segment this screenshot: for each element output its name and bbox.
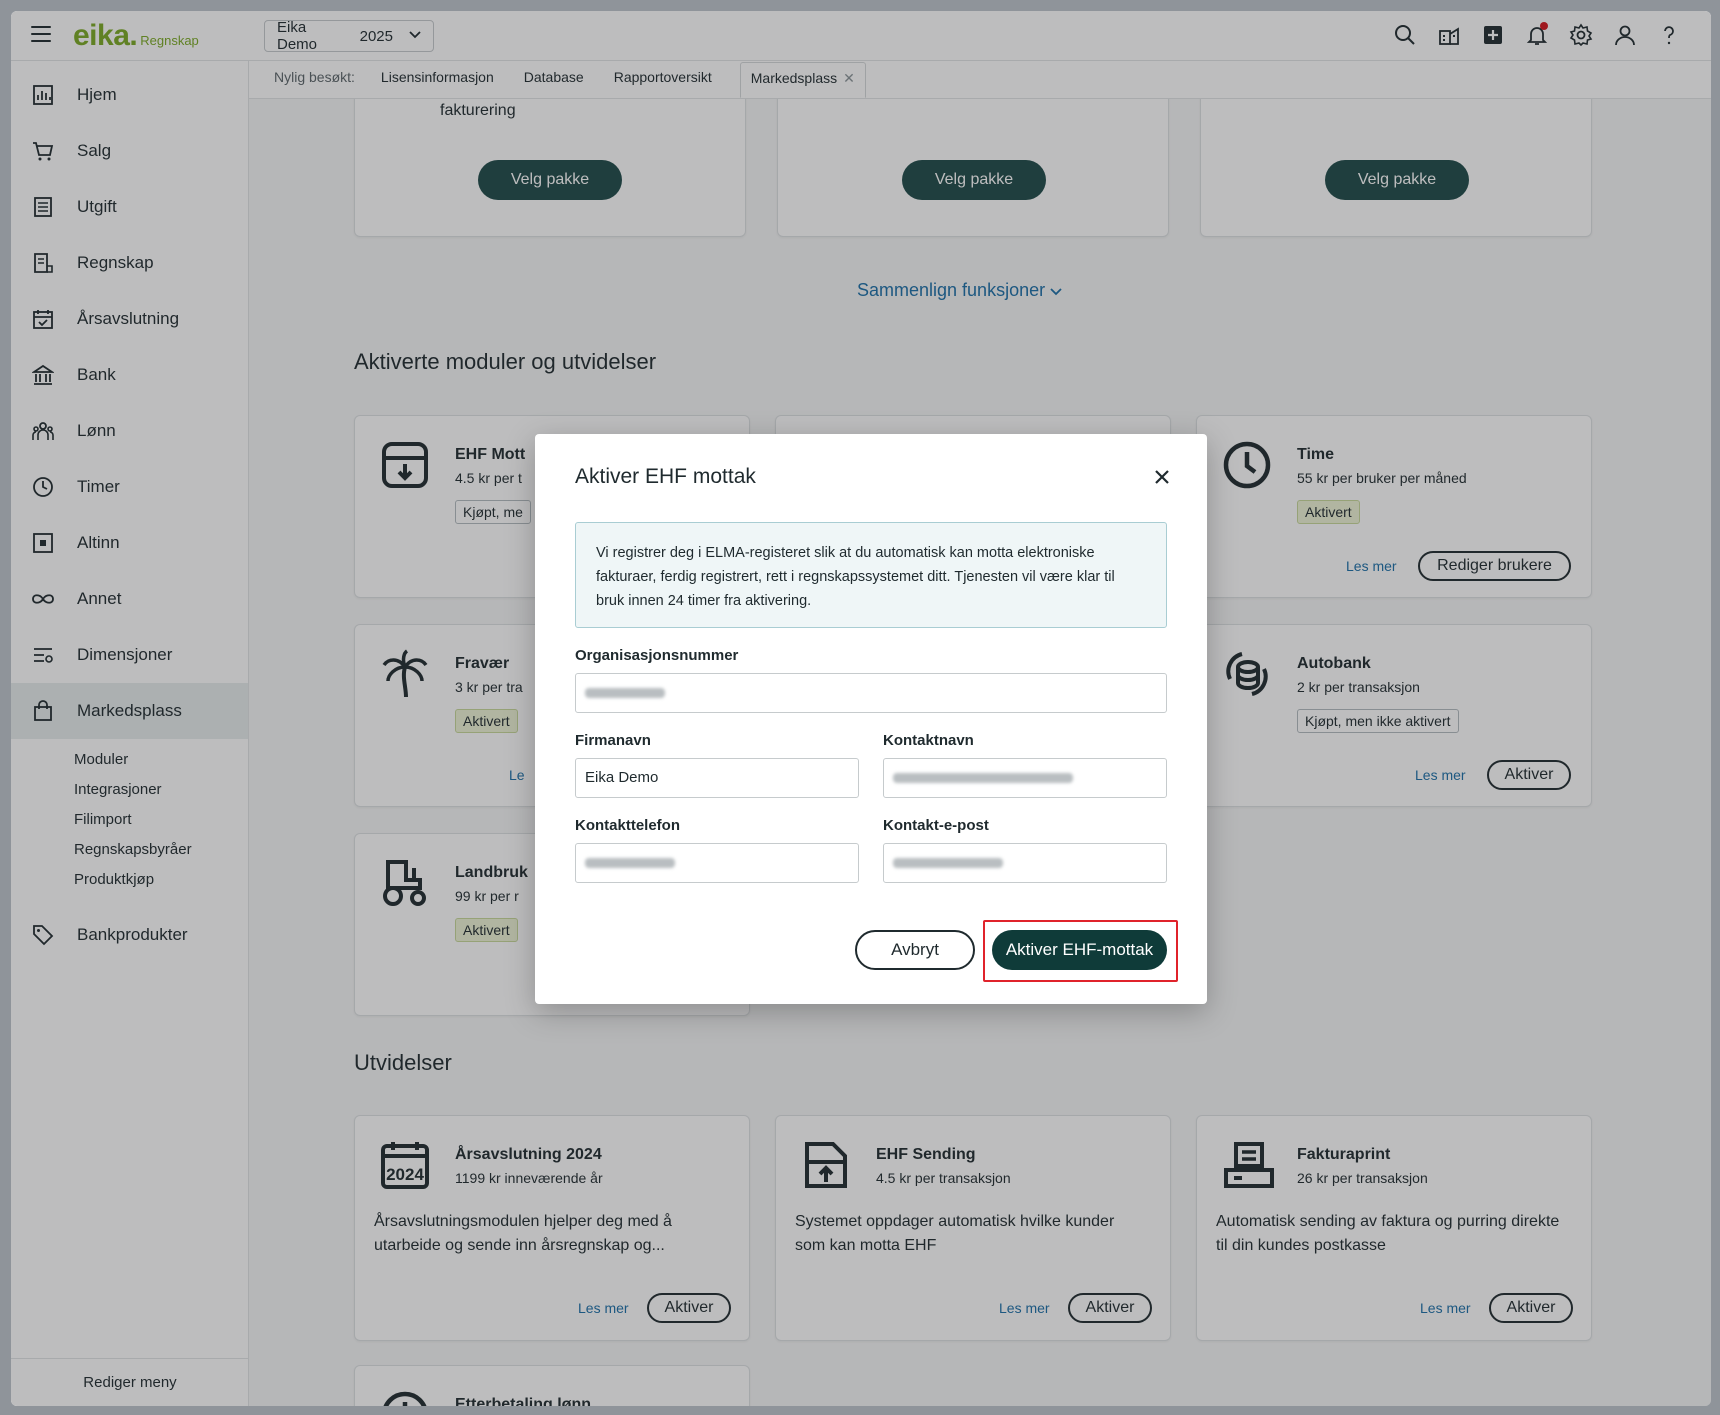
redacted-value: [585, 688, 665, 699]
info-box: Vi registrer deg i ELMA-registeret slik …: [575, 522, 1167, 628]
highlight-box: [983, 920, 1178, 982]
contact-phone-field[interactable]: [575, 843, 859, 883]
cancel-button[interactable]: Avbryt: [855, 930, 975, 970]
app-window: eika. Regnskap Eika Demo 2025 Hjem Salg U…: [11, 11, 1711, 1406]
redacted-value: [585, 858, 675, 869]
dialog-title: Aktiver EHF mottak: [575, 465, 756, 488]
org-number-label: Organisasjonsnummer: [575, 647, 739, 664]
company-name-field[interactable]: Eika Demo: [575, 758, 859, 798]
contact-name-field[interactable]: [883, 758, 1167, 798]
contact-email-field[interactable]: [883, 843, 1167, 883]
redacted-value: [893, 858, 1003, 869]
close-icon[interactable]: [1153, 468, 1171, 486]
contact-name-label: Kontaktnavn: [883, 732, 974, 749]
activate-ehf-dialog: Aktiver EHF mottak Vi registrer deg i EL…: [535, 434, 1207, 1004]
org-number-field[interactable]: [575, 673, 1167, 713]
contact-phone-label: Kontakttelefon: [575, 817, 680, 834]
contact-email-label: Kontakt-e-post: [883, 817, 989, 834]
company-name-label: Firmanavn: [575, 732, 651, 749]
redacted-value: [893, 773, 1073, 784]
